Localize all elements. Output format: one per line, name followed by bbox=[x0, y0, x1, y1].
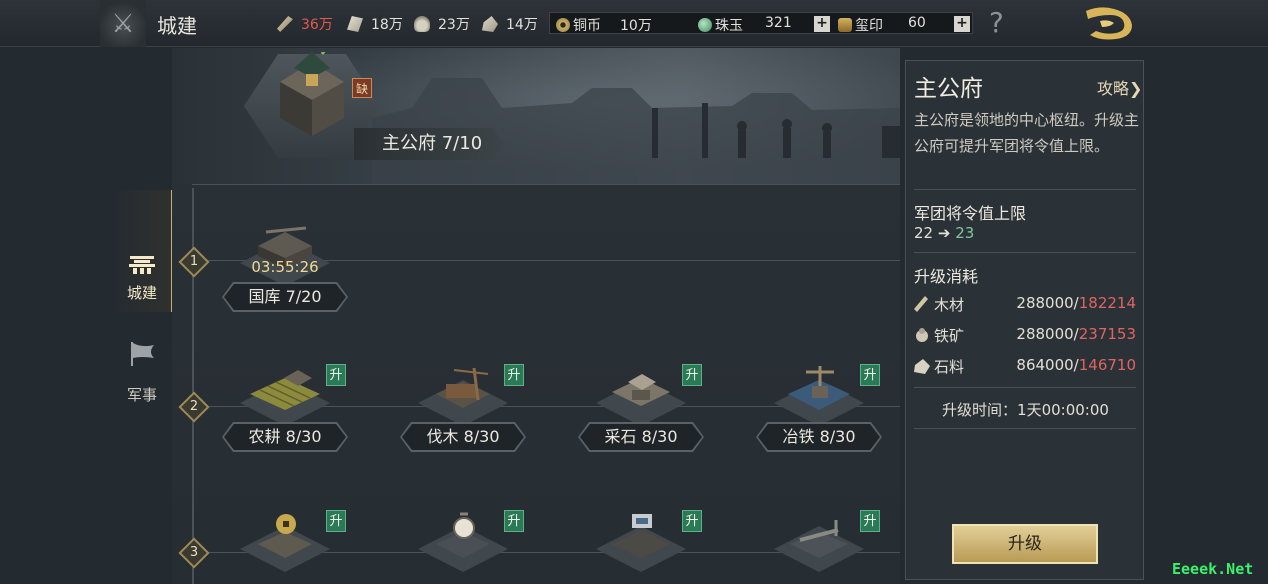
building-label: 农耕 8/30 bbox=[224, 424, 346, 450]
upgrade-button[interactable]: 升级 bbox=[952, 524, 1098, 564]
main-hall-banner: 缺 主公府 7/10 bbox=[172, 48, 900, 184]
smelting-art bbox=[788, 366, 850, 410]
tier-number: 3 bbox=[189, 545, 199, 560]
upgrade-available-badge: 升 bbox=[860, 364, 880, 386]
jade-icon bbox=[698, 18, 712, 32]
panel-title: 主公府 bbox=[914, 76, 983, 102]
cost-amount: 864000/146710 bbox=[1016, 356, 1136, 374]
top-bar: ⚔ 城建 36万 18万 23万 14万 铜币 10万 珠玉 321 + 玺印 … bbox=[0, 0, 1268, 47]
paper-icon bbox=[347, 16, 363, 32]
building-area: 缺 主公府 7/10 1 03:55:26 国库 7/20 2 升 农耕 8/3 bbox=[172, 48, 900, 584]
back-emblem-icon[interactable]: ⚔ bbox=[100, 0, 146, 47]
cost-heading: 升级消耗 bbox=[914, 267, 979, 286]
resource-stone[interactable]: 14万 bbox=[482, 14, 538, 34]
add-jade-button[interactable]: + bbox=[814, 16, 830, 32]
add-seal-button[interactable]: + bbox=[954, 16, 970, 32]
nav-tab-build[interactable]: 城建 bbox=[110, 190, 174, 312]
quarry-art bbox=[612, 374, 670, 406]
missing-resource-badge: 缺 bbox=[352, 78, 372, 98]
stat-to: 23 bbox=[955, 224, 975, 242]
building-label: 国库 7/20 bbox=[224, 284, 346, 310]
stone-icon bbox=[914, 359, 930, 374]
watermark: Eeeek.Net bbox=[1172, 560, 1254, 578]
cost-row-iron: 铁矿 288000/237153 bbox=[914, 325, 1136, 347]
tier-number: 1 bbox=[189, 254, 199, 269]
stone-icon bbox=[482, 16, 498, 32]
building-tier3-3[interactable]: 升 bbox=[576, 510, 706, 584]
upgrade-available-badge: 升 bbox=[504, 510, 524, 532]
city-build-icon bbox=[129, 256, 155, 274]
stat-heading: 军团将令值上限 bbox=[914, 204, 1027, 223]
coin-building-art bbox=[258, 514, 312, 558]
main-hall-art bbox=[280, 52, 344, 136]
cost-amount: 288000/237153 bbox=[1016, 325, 1136, 343]
logging-art bbox=[436, 367, 490, 408]
page-title: 城建 bbox=[157, 14, 197, 38]
mint-building-art bbox=[436, 512, 490, 558]
iron-icon bbox=[916, 328, 928, 342]
jade-value: 321 bbox=[765, 15, 792, 31]
building-detail-panel: 主公府 攻略❯ 主公府是领地的中心枢纽。升级主公府可提升军团将令值上限。 军团将… bbox=[905, 60, 1144, 580]
building-label: 冶铁 8/30 bbox=[758, 424, 880, 450]
upgrade-available-badge: 升 bbox=[326, 364, 346, 386]
currency-coin: 铜币 bbox=[556, 15, 601, 35]
currency-seal: 玺印 bbox=[838, 15, 883, 35]
stat-change: 22 ➔ 23 bbox=[914, 224, 974, 242]
upgrade-available-badge: 升 bbox=[682, 364, 702, 386]
divider bbox=[914, 252, 1136, 253]
building-label: 伐木 8/30 bbox=[402, 424, 524, 450]
war-flag-icon bbox=[131, 342, 154, 366]
currency-bar: 铜币 10万 珠玉 321 + 玺印 60 + bbox=[549, 12, 973, 34]
guide-link[interactable]: 攻略❯ bbox=[1097, 75, 1142, 99]
stat-from: 22 bbox=[914, 224, 934, 242]
building-tier3-1[interactable]: 升 bbox=[220, 510, 350, 584]
cost-amount: 288000/182214 bbox=[1016, 294, 1136, 312]
building-treasury[interactable]: 03:55:26 国库 7/20 bbox=[220, 224, 350, 314]
resource-wood[interactable]: 36万 bbox=[277, 14, 333, 34]
upgrade-available-badge: 升 bbox=[860, 510, 880, 532]
upgrade-available-badge: 升 bbox=[682, 510, 702, 532]
help-icon[interactable]: ? bbox=[989, 6, 1004, 39]
divider bbox=[914, 387, 1136, 388]
iron-icon bbox=[414, 16, 430, 32]
dragon-menu-icon[interactable] bbox=[1080, 3, 1138, 43]
main-hall-building[interactable]: 缺 主公府 7/10 bbox=[244, 48, 514, 166]
currency-jade: 珠玉 bbox=[698, 15, 743, 35]
nav-tab-military[interactable]: 军事 bbox=[110, 340, 174, 410]
building-farming[interactable]: 升 农耕 8/30 bbox=[220, 364, 350, 454]
divider bbox=[914, 189, 1136, 190]
seal-icon bbox=[838, 18, 852, 32]
upgrade-timer: 03:55:26 bbox=[251, 258, 319, 276]
hall-building-art bbox=[612, 514, 670, 558]
building-tier3-2[interactable]: 升 bbox=[398, 510, 528, 584]
resource-paper[interactable]: 18万 bbox=[347, 14, 403, 34]
upgrade-time: 升级时间：1天00:00:00 bbox=[942, 401, 1109, 419]
building-logging[interactable]: 升 伐木 8/30 bbox=[398, 364, 528, 454]
building-label: 采石 8/30 bbox=[580, 424, 702, 450]
upgrade-available-badge: 升 bbox=[326, 510, 346, 532]
tier-number: 2 bbox=[189, 399, 199, 414]
wood-icon bbox=[914, 296, 928, 312]
seal-value: 60 bbox=[908, 15, 926, 31]
resource-iron[interactable]: 23万 bbox=[414, 14, 470, 34]
coin-icon bbox=[556, 18, 570, 32]
farm-art bbox=[250, 370, 320, 410]
workshop-building-art bbox=[790, 520, 848, 558]
building-description: 主公府是领地的中心枢纽。升级主公府可提升军团将令值上限。 bbox=[914, 111, 1140, 155]
wood-icon bbox=[277, 16, 293, 32]
building-smelting[interactable]: 升 冶铁 8/30 bbox=[754, 364, 884, 454]
cost-row-wood: 木材 288000/182214 bbox=[914, 294, 1136, 316]
building-tier3-4[interactable]: 升 bbox=[754, 510, 884, 584]
arrow-icon: ➔ bbox=[937, 224, 951, 242]
coin-value: 10万 bbox=[620, 18, 652, 34]
main-hall-label: 主公府 7/10 bbox=[354, 128, 504, 160]
cost-row-stone: 石料 864000/146710 bbox=[914, 356, 1136, 378]
building-quarry[interactable]: 升 采石 8/30 bbox=[576, 364, 706, 454]
upgrade-available-badge: 升 bbox=[504, 364, 524, 386]
divider bbox=[914, 428, 1136, 429]
divider bbox=[192, 184, 900, 185]
